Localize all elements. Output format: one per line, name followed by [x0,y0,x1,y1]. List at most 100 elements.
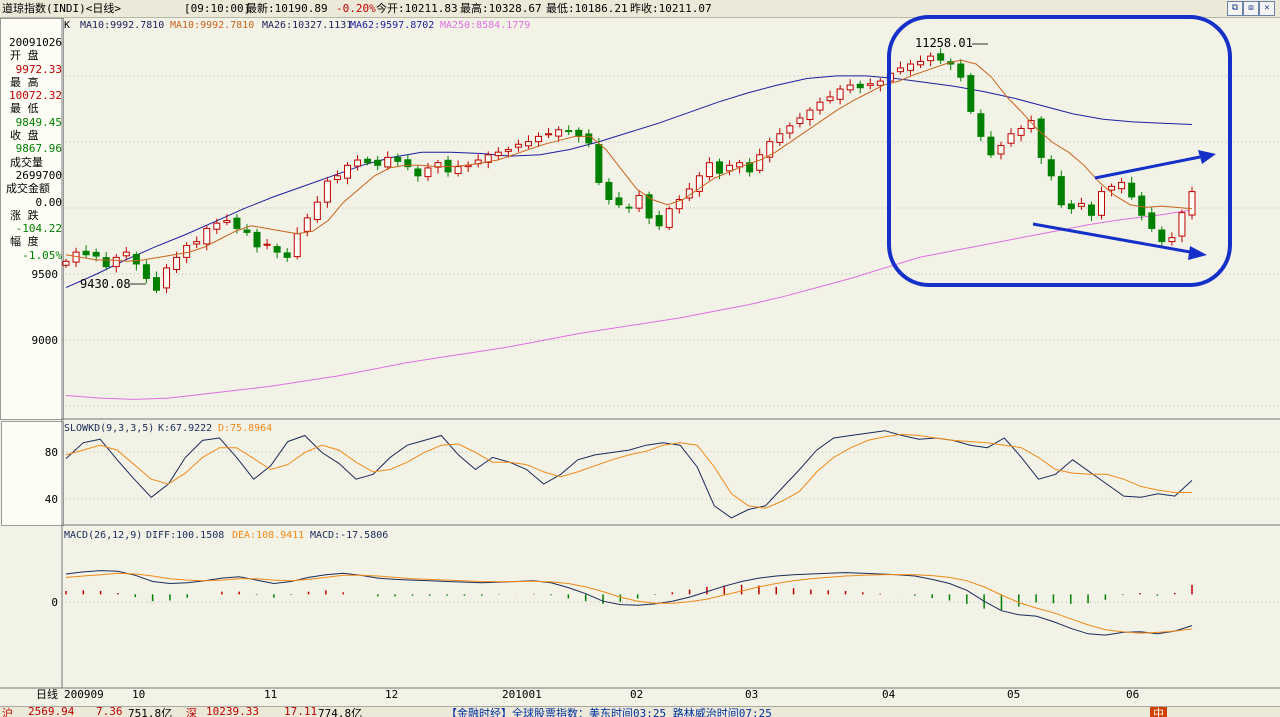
candle-down [414,168,422,177]
candle-down [585,133,593,144]
candle-down [645,194,653,219]
candle-down [1067,203,1075,210]
candle-up [836,88,844,100]
candle-down [987,136,995,156]
candle-up [756,154,764,171]
candle-down [957,63,965,78]
ime-indicator[interactable]: 中 [1150,707,1167,717]
kd-legend-d: D:75.8964 [218,423,272,434]
candle-up [1077,202,1085,207]
candle-down [394,156,402,162]
ma62-layer [65,75,1193,289]
candle-up [866,83,874,86]
candle-down [565,130,573,133]
index1-amount: 751.8亿 [128,707,173,717]
candle-up [62,260,70,266]
index1-value: 2569.94 [28,706,75,717]
candle-up [494,151,502,157]
low-annotation: 9430.08 [80,277,131,291]
candle-down [1138,195,1146,216]
candle-down [444,159,452,173]
ma250-line [65,209,1193,400]
candle-up [705,162,713,178]
candle-up [1108,185,1116,191]
date-tick: 201001 [502,688,542,700]
candle-up [1017,127,1025,136]
candle-up [826,96,834,102]
lower-trend-line [1032,222,1191,254]
candle-down [615,197,623,206]
candle-down [92,251,100,257]
status-bar: 沪 2569.94 7.36 751.8亿 深 10239.33 17.11 7… [0,706,1280,717]
macd-layer [65,570,1193,636]
kd-legend-name: SLOWKD(9,3,3,5) [64,423,154,434]
candle-up [907,63,914,71]
legend-ma10b: MA10:9992.7810 [170,20,254,31]
candle-up [1098,191,1106,216]
candle-up [333,175,341,181]
ma62-line [65,75,1193,289]
candle-up [1178,212,1186,237]
news-ticker[interactable]: 【金融时经】全球股票指数：美东时间03:25 路林威治时间07:25 [446,707,772,717]
candle-up [545,133,553,136]
candle-up [1118,181,1126,190]
candle-up [1007,133,1015,144]
candle-up [876,80,884,86]
candle-up [1168,237,1176,243]
candle-up [183,245,191,258]
macd-legend-dea: DEA:108.9411 [232,530,304,541]
date-axis-label: 日线 [36,687,58,700]
index2-amount: 774.8亿 [318,707,363,717]
candle-up [323,180,331,203]
candle-up [806,109,814,121]
chart-canvas[interactable]: K MA10:9992.7810 MA10:9992.7810 MA26:103… [0,0,1280,700]
candle-up [776,133,784,143]
date-tick: 12 [385,688,398,700]
candle-down [595,144,603,183]
candle-down [605,181,613,201]
index1-name: 沪 [2,707,13,717]
candle-down [243,229,251,233]
legend-ma26: MA26:10327.1131 [262,20,352,31]
upper-trend-line [1094,155,1201,180]
candle-up [846,84,854,91]
candle-down [273,246,281,253]
candle-down [1128,182,1136,198]
date-tick: 05 [1007,688,1020,700]
candle-down [1158,229,1166,243]
candle-down [575,129,583,137]
candle-up [1188,191,1196,216]
candle-up [514,143,522,148]
candle-down [655,215,663,227]
date-tick: 11 [264,688,277,700]
candle-down [253,231,261,248]
kd-layer [65,430,1193,519]
candle-up [816,101,824,111]
candle-down [374,159,382,166]
candle-up [263,243,271,246]
candle-down [142,264,150,279]
kd-y-tick-80: 80 [45,446,58,459]
candle-down [233,217,241,229]
candle-down [364,158,372,164]
candle-down [977,113,985,137]
high-annotation: 11258.01 [915,36,973,50]
date-tick: 06 [1126,688,1139,700]
candle-up [555,129,563,137]
candle-down [283,252,291,258]
index2-value: 10239.33 [206,706,259,717]
candle-up [203,227,211,245]
candle-up [163,267,171,289]
candle-up [293,233,301,258]
candle-down [625,206,633,209]
macd-dea-line [65,572,1193,634]
candle-up [344,164,351,179]
candle-up [524,141,532,147]
candle-up [997,145,1005,155]
kd-d-line [65,433,1192,509]
candle-down [856,83,864,89]
candle-up [313,201,321,220]
candle-up [896,67,904,73]
macd-diff-line [65,570,1193,636]
candle-up [213,222,221,230]
